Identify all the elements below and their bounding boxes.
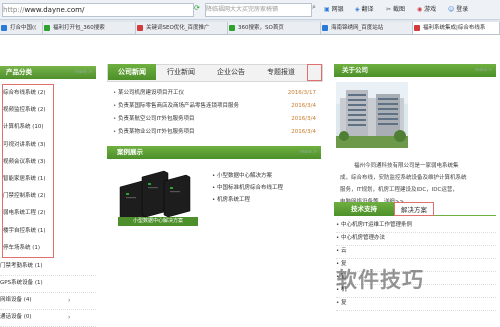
product-category-list: 综合布线系统 (2) 视频监控系统 (2) 计算机系统 (10) 可视对讲系统 … (2, 84, 54, 258)
news-title: 负责某物业公司IT外包服务项目 (118, 129, 195, 135)
about-company-header: 关于公司 more > (334, 64, 496, 77)
browser-tab[interactable]: 关键词SEO优化_百度推广 (136, 22, 228, 34)
toolbar-item-bank[interactable]: ▣ 网银 (324, 4, 344, 15)
toolbar-item-screenshot[interactable]: ✂ 截图 (386, 4, 405, 15)
tab-label: 打合中国(( (10, 25, 37, 31)
list-item[interactable]: • 中心机房IT运维工作管理条例 (336, 219, 496, 233)
tab-label: 360搜索，SO首页 (238, 25, 284, 31)
toolbar-item-games[interactable]: ◉ 游戏 (417, 4, 436, 15)
list-item[interactable]: 视频监控系统 (2) (3, 102, 53, 119)
toolbar-item-label: 网银 (331, 6, 344, 13)
tab-highlight (307, 64, 322, 81)
list-item-label: 门禁考勤系统 (1) (0, 263, 43, 269)
list-item[interactable]: 门禁考勤系统 (1) (0, 258, 96, 276)
about-text-line: 服务，IT规划，机房工程建设及IDC，IDC运营， (340, 187, 458, 193)
address-bar[interactable]: http://www.dayne.com/ (2, 3, 194, 17)
list-item[interactable]: 可视对讲系统 (3) (3, 137, 53, 154)
more-link[interactable]: more > (75, 66, 92, 79)
news-row[interactable]: • 负责某国际零售商店及商场产品零售连锁项目服务 2016/3/4 (113, 100, 318, 112)
toolbar-item-label: 截图 (392, 6, 405, 13)
list-item[interactable]: 停车场系统 (1) (3, 240, 53, 257)
tab-label: 福利系统集成|综合布线系 (423, 25, 486, 31)
list-item[interactable]: 智能家居系统 (1) (3, 171, 53, 188)
browser-search-input[interactable]: 降临福网大大买完房家椅镉 (205, 3, 312, 17)
list-item-label: 网络设备 (4) (0, 297, 32, 303)
case-caption[interactable]: 小型数据中心解决方案 (118, 217, 198, 226)
tab-favicon-icon (229, 25, 235, 31)
list-item[interactable]: GPS系统设备 (1) (0, 275, 96, 293)
search-icon[interactable]: ⌕ (312, 3, 316, 12)
divider (434, 215, 496, 216)
case-link-label: 小型数据中心解决方案 (217, 173, 273, 179)
case-link-label: 中国标准机房综合布线工程 (217, 185, 284, 191)
chevron-right-icon: › (68, 314, 71, 321)
browser-tab[interactable]: 打合中国(( (0, 22, 43, 34)
toolbar-item-label: 登录 (456, 6, 469, 13)
news-date: 2016/3/4 (291, 116, 316, 122)
tab-favicon-icon (414, 25, 420, 31)
news-row[interactable]: • 负责某航空公司IT外包服务项目 2016/3/4 (113, 113, 318, 125)
case-link-label: 机房系统工程 (217, 197, 251, 203)
tab-label: 海南锦绣网_百度站站 (331, 25, 384, 31)
search-placeholder: 降临福网大大买完房家椅镉 (206, 6, 279, 13)
about-text-line: 成，综合布线，安防监控系统设备及维护计算机系统 (340, 175, 467, 181)
news-title: 某公司机房建设项目开工仪 (118, 90, 185, 96)
news-row[interactable]: • 某公司机房建设项目开工仪 2016/3/17 (113, 87, 318, 99)
panel-title: 关于公司 (342, 66, 368, 74)
tab-favicon-icon (44, 25, 50, 31)
browser-tab[interactable]: 海南锦绣网_百度站站 (321, 22, 413, 34)
list-item[interactable]: • 中心机房管理办法 (336, 232, 496, 246)
toolbar-item-translate[interactable]: ◈ 翻译 (355, 4, 374, 15)
news-title: 负责某国际零售商店及商场产品零售连锁项目服务 (118, 103, 240, 109)
list-item[interactable]: 综合布线系统 (2) (3, 85, 53, 102)
browser-tab[interactable]: 360搜索，SO首页 (228, 22, 321, 34)
list-item[interactable]: 弱电系统工程 (2) (3, 205, 53, 222)
tab-favicon-icon (137, 25, 143, 31)
news-date: 2016/3/17 (287, 90, 316, 96)
list-item-label: GPS系统设备 (1) (0, 280, 43, 286)
toolbar-item-label: 游戏 (424, 6, 437, 13)
browser-tab-active[interactable]: 福利系统集成|综合布线系 (413, 22, 500, 34)
list-item[interactable]: • 云 (336, 245, 496, 259)
tab-label: 福利打开包_360搜索 (53, 25, 105, 31)
more-link[interactable]: more > (300, 146, 317, 159)
tab-industry-news[interactable]: 行业新闻 (156, 64, 206, 80)
list-item[interactable]: 楼宇自控系统 (1) (3, 223, 53, 240)
tab-company-notice[interactable]: 企业公告 (206, 64, 256, 80)
list-item[interactable]: 网络设备 (4) › (0, 292, 96, 310)
news-row[interactable]: • 负责某物业公司IT外包服务项目 2016/3/4 (113, 126, 318, 138)
address-protocol: http:// (3, 6, 25, 14)
address-domain: www.dayne.com/ (24, 6, 85, 14)
list-item[interactable]: 计算机系统 (10) (3, 119, 53, 136)
tab-favicon-icon (322, 25, 328, 31)
news-date: 2016/3/4 (291, 103, 316, 109)
news-title: 负责某航空公司IT外包服务项目 (118, 116, 195, 122)
panel-title: 案例展示 (117, 148, 143, 156)
browser-tab[interactable]: 福利打开包_360搜索 (43, 22, 136, 34)
news-date: 2016/3/4 (291, 129, 316, 135)
tab-company-news[interactable]: 公司新闻 (108, 64, 156, 80)
case-link[interactable]: • 机房系统工程 (212, 193, 322, 207)
case-display-header: 案例展示 more > (107, 146, 321, 159)
tab-tech-support[interactable]: 技术支持 (334, 202, 394, 216)
tab-special-report[interactable]: 专题报道 (256, 64, 306, 80)
tab-label: 关键词SEO优化_百度推广 (146, 25, 210, 31)
refresh-icon[interactable]: ⟳ (194, 4, 200, 12)
list-item[interactable]: 通话设备 (0) › (0, 309, 96, 327)
company-building-image (336, 82, 408, 148)
tab-favicon-icon (1, 25, 7, 31)
toolbar-item-label: 翻译 (361, 6, 374, 13)
about-text-line: 福州今同通科技有限公司是一家弱电系统集 (354, 163, 459, 169)
chevron-right-icon: › (68, 297, 71, 304)
list-item[interactable]: 门禁控制系统 (2) (3, 188, 53, 205)
tab-solutions[interactable]: 解决方案 (394, 202, 434, 216)
list-item-label: 通话设备 (0) (0, 314, 32, 320)
product-category-header: 产品分类 more > (0, 66, 96, 79)
panel-title: 产品分类 (6, 68, 32, 76)
list-item[interactable]: 视频会议系统 (3) (3, 154, 53, 171)
toolbar-item-login[interactable]: ☺ 登录 (448, 4, 468, 15)
more-link[interactable]: more > (475, 64, 492, 77)
watermark-text: 软件技巧 (336, 268, 424, 292)
